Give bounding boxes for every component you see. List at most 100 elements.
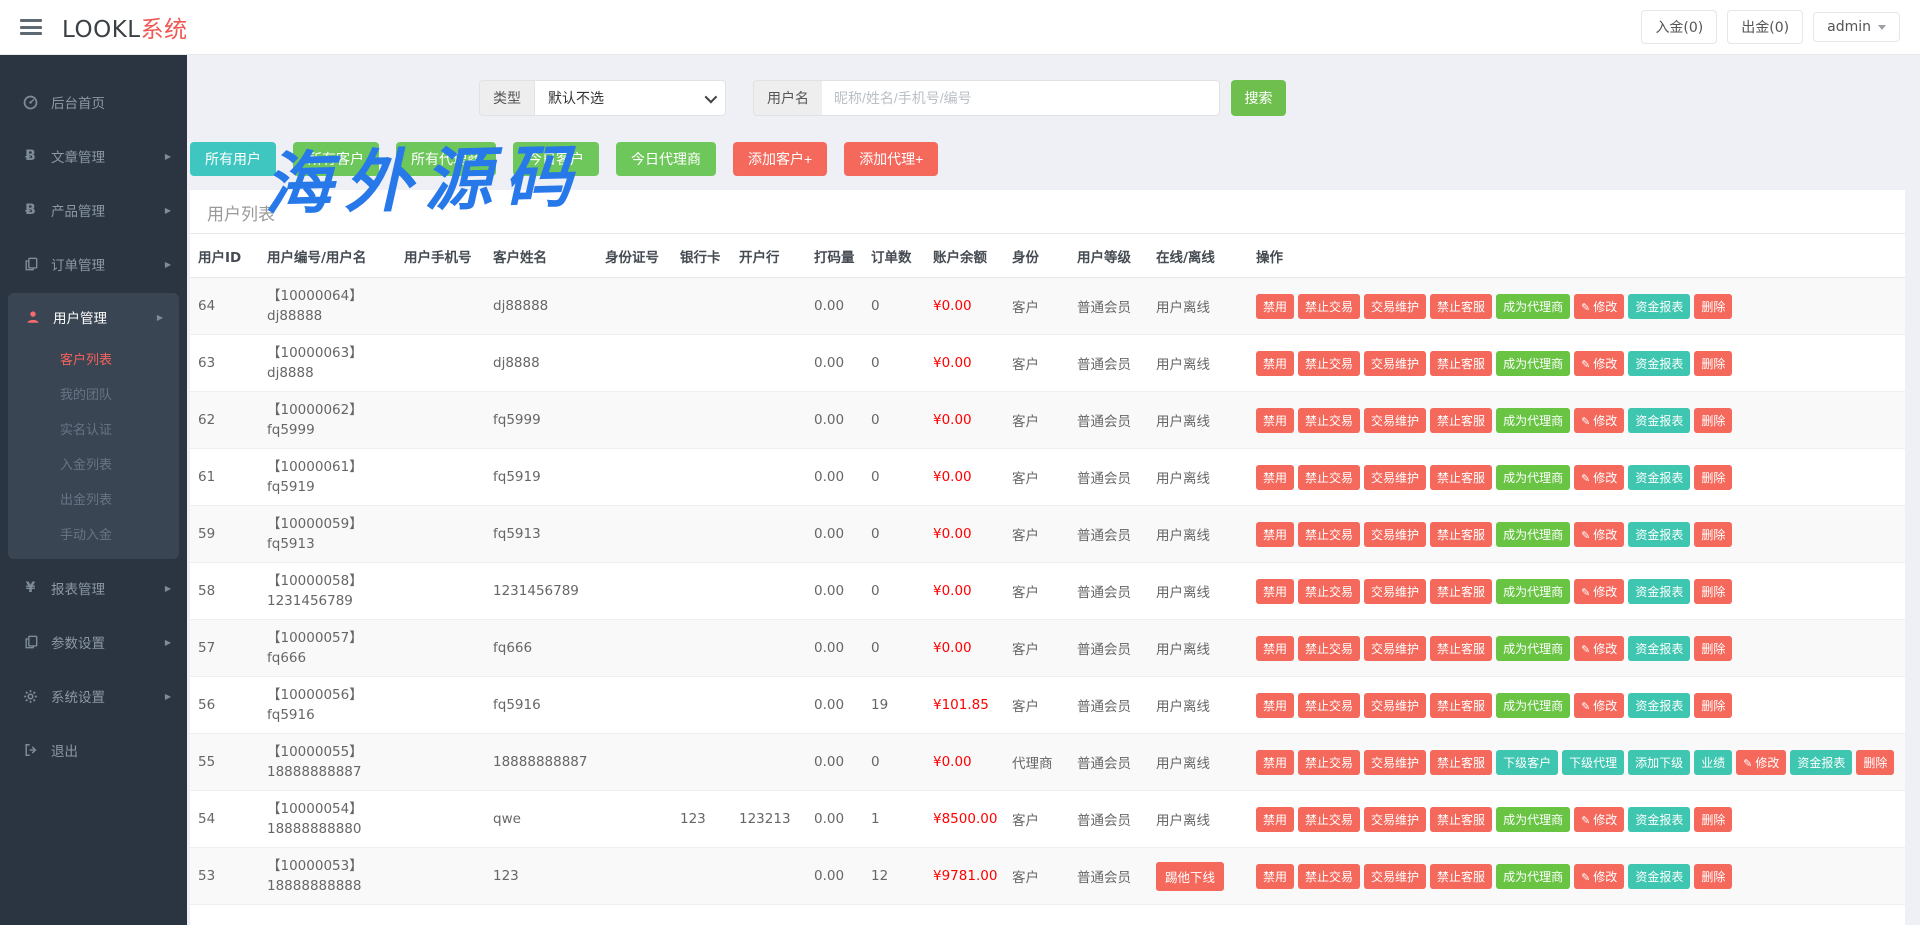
fund-report-button[interactable]: 资金报表: [1628, 351, 1690, 376]
disable-button[interactable]: 禁用: [1256, 579, 1294, 604]
sidebar-item-reports[interactable]: ¥报表管理▶: [0, 561, 187, 615]
all-agents-button[interactable]: 所有代理商: [396, 142, 496, 176]
sidebar-subitem-realname-auth[interactable]: 实名认证: [8, 411, 179, 446]
ban-service-button[interactable]: 禁止客服: [1430, 693, 1492, 718]
ban-trade-button[interactable]: 禁止交易: [1298, 294, 1360, 319]
all-customers-button[interactable]: 所有客户: [293, 142, 379, 176]
delete-button[interactable]: 删除: [1694, 693, 1732, 718]
username-input[interactable]: [822, 80, 1220, 116]
fund-report-button[interactable]: 资金报表: [1628, 465, 1690, 490]
delete-button[interactable]: 删除: [1694, 465, 1732, 490]
edit-button[interactable]: ✎修改: [1574, 864, 1624, 889]
ban-trade-button[interactable]: 禁止交易: [1298, 351, 1360, 376]
fund-report-button[interactable]: 资金报表: [1628, 693, 1690, 718]
delete-button[interactable]: 删除: [1694, 351, 1732, 376]
become-agent-button[interactable]: 成为代理商: [1496, 294, 1570, 319]
fund-report-button[interactable]: 资金报表: [1628, 807, 1690, 832]
delete-button[interactable]: 删除: [1856, 750, 1894, 775]
ban-service-button[interactable]: 禁止客服: [1430, 750, 1492, 775]
kick-offline-button[interactable]: 踢他下线: [1156, 862, 1224, 891]
ban-service-button[interactable]: 禁止客服: [1430, 864, 1492, 889]
edit-button[interactable]: ✎修改: [1574, 351, 1624, 376]
sidebar-item-logout[interactable]: 退出: [0, 723, 187, 777]
add-customer-button[interactable]: 添加客户+: [733, 142, 827, 176]
ban-trade-button[interactable]: 禁止交易: [1298, 636, 1360, 661]
ban-service-button[interactable]: 禁止客服: [1430, 351, 1492, 376]
add-agent-button[interactable]: 添加代理+: [844, 142, 938, 176]
sidebar-subitem-deposit-list[interactable]: 入金列表: [8, 446, 179, 481]
today-agents-button[interactable]: 今日代理商: [616, 142, 716, 176]
edit-button[interactable]: ✎修改: [1574, 408, 1624, 433]
sidebar-item-products[interactable]: Ƀ产品管理▶: [0, 183, 187, 237]
ban-service-button[interactable]: 禁止客服: [1430, 807, 1492, 832]
all-users-button[interactable]: 所有用户: [190, 142, 276, 176]
search-button[interactable]: 搜索: [1231, 80, 1286, 116]
ban-service-button[interactable]: 禁止客服: [1430, 636, 1492, 661]
fund-report-button[interactable]: 资金报表: [1628, 522, 1690, 547]
fund-report-button[interactable]: 资金报表: [1628, 579, 1690, 604]
delete-button[interactable]: 删除: [1694, 522, 1732, 547]
become-agent-button[interactable]: 成为代理商: [1496, 579, 1570, 604]
ban-trade-button[interactable]: 禁止交易: [1298, 408, 1360, 433]
trade-maintain-button[interactable]: 交易维护: [1364, 579, 1426, 604]
become-agent-button[interactable]: 成为代理商: [1496, 522, 1570, 547]
ban-service-button[interactable]: 禁止客服: [1430, 465, 1492, 490]
fund-report-button[interactable]: 资金报表: [1628, 408, 1690, 433]
sidebar-item-orders[interactable]: 订单管理▶: [0, 237, 187, 291]
user-menu[interactable]: admin: [1813, 12, 1900, 42]
edit-button[interactable]: ✎修改: [1574, 465, 1624, 490]
ban-service-button[interactable]: 禁止客服: [1430, 579, 1492, 604]
ban-trade-button[interactable]: 禁止交易: [1298, 807, 1360, 832]
disable-button[interactable]: 禁用: [1256, 693, 1294, 718]
trade-maintain-button[interactable]: 交易维护: [1364, 864, 1426, 889]
become-agent-button[interactable]: 成为代理商: [1496, 408, 1570, 433]
disable-button[interactable]: 禁用: [1256, 864, 1294, 889]
trade-maintain-button[interactable]: 交易维护: [1364, 408, 1426, 433]
trade-maintain-button[interactable]: 交易维护: [1364, 693, 1426, 718]
become-agent-button[interactable]: 成为代理商: [1496, 693, 1570, 718]
edit-button[interactable]: ✎修改: [1574, 693, 1624, 718]
edit-button[interactable]: ✎修改: [1736, 750, 1786, 775]
become-agent-button[interactable]: 成为代理商: [1496, 807, 1570, 832]
trade-maintain-button[interactable]: 交易维护: [1364, 294, 1426, 319]
sidebar-item-system[interactable]: 系统设置▶: [0, 669, 187, 723]
add-sub-button[interactable]: 添加下级: [1628, 750, 1690, 775]
edit-button[interactable]: ✎修改: [1574, 294, 1624, 319]
sub-agents-button[interactable]: 下级代理: [1562, 750, 1624, 775]
delete-button[interactable]: 删除: [1694, 636, 1732, 661]
delete-button[interactable]: 删除: [1694, 408, 1732, 433]
performance-button[interactable]: 业绩: [1694, 750, 1732, 775]
edit-button[interactable]: ✎修改: [1574, 636, 1624, 661]
fund-report-button[interactable]: 资金报表: [1628, 864, 1690, 889]
delete-button[interactable]: 删除: [1694, 807, 1732, 832]
sidebar-subitem-manual-deposit[interactable]: 手动入金: [8, 516, 179, 551]
ban-trade-button[interactable]: 禁止交易: [1298, 693, 1360, 718]
ban-trade-button[interactable]: 禁止交易: [1298, 864, 1360, 889]
ban-trade-button[interactable]: 禁止交易: [1298, 522, 1360, 547]
ban-service-button[interactable]: 禁止客服: [1430, 522, 1492, 547]
sidebar-subitem-my-team[interactable]: 我的团队: [8, 376, 179, 411]
hamburger-menu-icon[interactable]: [20, 19, 42, 35]
withdraw-button[interactable]: 出金(0): [1727, 10, 1803, 44]
today-customers-button[interactable]: 今日客户: [513, 142, 599, 176]
edit-button[interactable]: ✎修改: [1574, 807, 1624, 832]
fund-report-button[interactable]: 资金报表: [1628, 636, 1690, 661]
disable-button[interactable]: 禁用: [1256, 522, 1294, 547]
delete-button[interactable]: 删除: [1694, 864, 1732, 889]
disable-button[interactable]: 禁用: [1256, 408, 1294, 433]
trade-maintain-button[interactable]: 交易维护: [1364, 465, 1426, 490]
sidebar-item-articles[interactable]: Ƀ文章管理▶: [0, 129, 187, 183]
trade-maintain-button[interactable]: 交易维护: [1364, 522, 1426, 547]
delete-button[interactable]: 删除: [1694, 579, 1732, 604]
trade-maintain-button[interactable]: 交易维护: [1364, 750, 1426, 775]
disable-button[interactable]: 禁用: [1256, 636, 1294, 661]
become-agent-button[interactable]: 成为代理商: [1496, 636, 1570, 661]
ban-trade-button[interactable]: 禁止交易: [1298, 750, 1360, 775]
trade-maintain-button[interactable]: 交易维护: [1364, 351, 1426, 376]
disable-button[interactable]: 禁用: [1256, 465, 1294, 490]
ban-service-button[interactable]: 禁止客服: [1430, 294, 1492, 319]
ban-trade-button[interactable]: 禁止交易: [1298, 579, 1360, 604]
disable-button[interactable]: 禁用: [1256, 294, 1294, 319]
sidebar-item-users[interactable]: 用户管理▶: [8, 293, 179, 341]
sidebar-subitem-withdraw-list[interactable]: 出金列表: [8, 481, 179, 516]
